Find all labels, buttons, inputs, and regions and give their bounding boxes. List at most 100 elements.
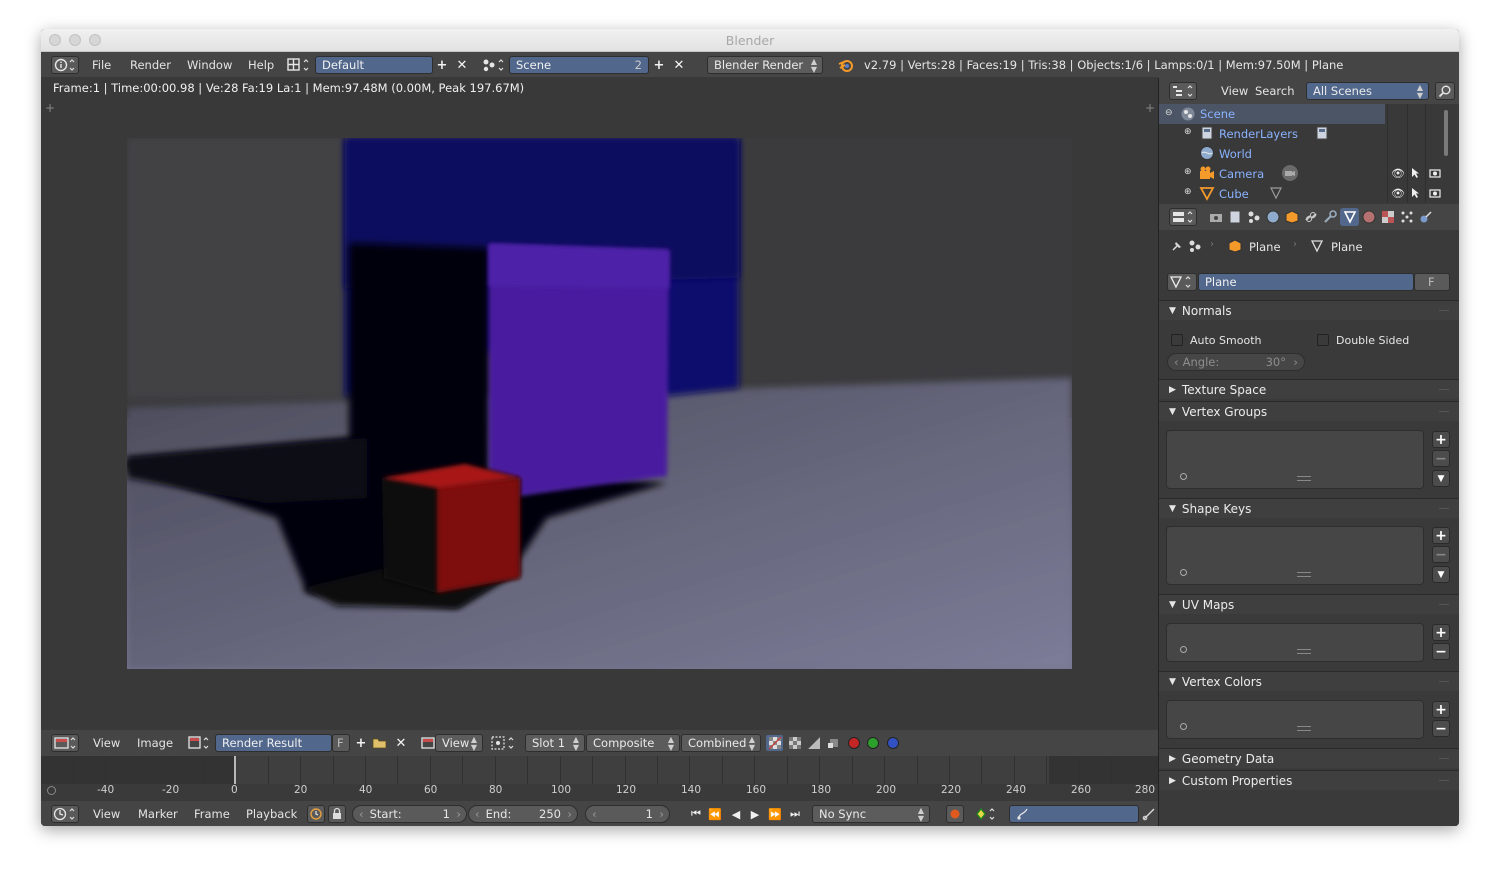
- previous-keyframe-icon[interactable]: ⏪: [706, 805, 724, 823]
- add-vertex-color-button[interactable]: +: [1432, 701, 1450, 718]
- outliner-menu-view[interactable]: View: [1221, 78, 1248, 104]
- particles-tab-icon[interactable]: [1398, 209, 1416, 225]
- remove-uv-map-button[interactable]: −: [1432, 643, 1450, 660]
- add-screen-button[interactable]: +: [434, 57, 450, 73]
- image-name-field[interactable]: Render Result: [215, 734, 332, 752]
- expand-toggle-icon[interactable]: ⊖: [1165, 108, 1173, 118]
- color-icon[interactable]: [786, 735, 803, 751]
- panel-shape-keys-header[interactable]: ▼ Shape Keys: [1159, 498, 1459, 518]
- mesh-datablock-name-field[interactable]: Plane: [1198, 273, 1414, 291]
- open-folder-icon[interactable]: [372, 735, 388, 751]
- blue-channel-icon[interactable]: [884, 735, 901, 751]
- scrollbar-handle-icon[interactable]: [47, 786, 56, 795]
- render-tab-icon[interactable]: [1207, 209, 1225, 225]
- list-resize-grip-icon[interactable]: [1297, 726, 1311, 731]
- renderable-camera-icon[interactable]: [1427, 165, 1443, 181]
- panel-drag-handle-icon[interactable]: [1439, 780, 1449, 781]
- panel-drag-handle-icon[interactable]: [1439, 508, 1449, 509]
- add-uv-map-button[interactable]: +: [1432, 624, 1450, 641]
- play-reverse-icon[interactable]: ◀: [727, 805, 745, 823]
- object-tab-icon[interactable]: [1283, 209, 1301, 225]
- end-frame-field[interactable]: ‹ End: 250 ›: [468, 805, 578, 823]
- panel-custom-properties-header[interactable]: ▶ Custom Properties: [1159, 770, 1459, 790]
- panel-drag-handle-icon[interactable]: [1439, 310, 1449, 311]
- list-resize-grip-icon[interactable]: [1297, 572, 1311, 577]
- sync-mode-select[interactable]: No Sync ▲ ▼: [812, 805, 930, 823]
- panel-normals-header[interactable]: ▼ Normals: [1159, 300, 1459, 320]
- add-vertex-group-button[interactable]: +: [1432, 431, 1450, 448]
- panel-drag-handle-icon[interactable]: [1439, 411, 1449, 412]
- renderable-camera-icon[interactable]: [1427, 185, 1443, 201]
- outliner-item-cube[interactable]: Cube: [1219, 187, 1249, 201]
- area-split-corner-icon[interactable]: +: [1145, 101, 1155, 115]
- menu-window[interactable]: Window: [187, 52, 232, 78]
- pin-icon[interactable]: [1169, 238, 1185, 254]
- vertex-group-specials-button[interactable]: ▼: [1432, 470, 1450, 487]
- panel-drag-handle-icon[interactable]: [1439, 604, 1449, 605]
- timeline-area[interactable]: -40 -20 0 20 40 60 80 100 120 140 160 18…: [41, 756, 1158, 799]
- material-tab-icon[interactable]: [1360, 209, 1378, 225]
- preview-range-icon[interactable]: [307, 805, 325, 823]
- texture-tab-icon[interactable]: [1379, 209, 1397, 225]
- expand-toggle-icon[interactable]: ⊕: [1184, 127, 1192, 137]
- panel-drag-handle-icon[interactable]: [1439, 758, 1449, 759]
- current-frame-field[interactable]: ‹ 1 ›: [585, 805, 670, 823]
- panel-drag-handle-icon[interactable]: [1439, 681, 1449, 682]
- image-editor-viewport[interactable]: Frame:1 | Time:00:00.98 | Ve:28 Fa:19 La…: [41, 77, 1158, 729]
- remove-vertex-color-button[interactable]: −: [1432, 720, 1450, 737]
- shape-keys-list[interactable]: [1166, 526, 1424, 585]
- selectable-cursor-icon[interactable]: [1409, 165, 1423, 181]
- mesh-browse-icon[interactable]: [1167, 273, 1197, 291]
- jump-to-start-icon[interactable]: ⏮: [687, 805, 705, 823]
- start-frame-field[interactable]: ‹ Start: 1 ›: [352, 805, 467, 823]
- screen-layout-field[interactable]: Default: [315, 56, 433, 74]
- add-shape-key-button[interactable]: +: [1432, 527, 1450, 544]
- list-resize-grip-icon[interactable]: [1297, 649, 1311, 654]
- keying-set-icon[interactable]: [973, 805, 1001, 823]
- panel-vertex-colors-header[interactable]: ▼ Vertex Colors: [1159, 671, 1459, 691]
- expand-toggle-icon[interactable]: ⊕: [1184, 187, 1192, 197]
- shape-key-specials-button[interactable]: ▼: [1432, 566, 1450, 583]
- list-resize-grip-icon[interactable]: [1297, 476, 1311, 481]
- double-sided-checkbox[interactable]: [1317, 334, 1329, 346]
- outliner-menu-search[interactable]: Search: [1255, 78, 1295, 104]
- expand-toggle-icon[interactable]: ⊕: [1184, 167, 1192, 177]
- editor-type-outliner-icon[interactable]: [1169, 82, 1197, 100]
- pivot-icon[interactable]: [490, 734, 518, 752]
- render-layers-tab-icon[interactable]: [1226, 209, 1244, 225]
- timeline-menu-frame[interactable]: Frame: [194, 801, 230, 826]
- unlink-image-button[interactable]: ✕: [393, 735, 409, 751]
- panel-vertex-groups-header[interactable]: ▼ Vertex Groups: [1159, 401, 1459, 421]
- selectable-cursor-icon[interactable]: [1409, 185, 1423, 201]
- timeline-menu-marker[interactable]: Marker: [138, 801, 178, 826]
- menu-view[interactable]: View: [93, 730, 120, 756]
- new-image-button[interactable]: +: [353, 735, 369, 751]
- panel-uv-maps-header[interactable]: ▼ UV Maps: [1159, 594, 1459, 614]
- remove-vertex-group-button[interactable]: −: [1432, 450, 1450, 467]
- editor-type-info-icon[interactable]: [51, 56, 79, 74]
- outliner-item-renderlayers[interactable]: RenderLayers: [1219, 127, 1298, 141]
- uv-maps-list[interactable]: [1166, 623, 1424, 662]
- screen-layout-icon[interactable]: [285, 56, 313, 74]
- remove-shape-key-button[interactable]: −: [1432, 546, 1450, 563]
- vertex-colors-list[interactable]: [1166, 700, 1424, 739]
- panel-geometry-data-header[interactable]: ▶ Geometry Data: [1159, 748, 1459, 768]
- z-buffer-icon[interactable]: [825, 735, 842, 751]
- outliner-item-camera[interactable]: Camera: [1219, 167, 1264, 181]
- editor-type-timeline-icon[interactable]: [51, 805, 79, 823]
- panel-drag-handle-icon[interactable]: [1439, 389, 1449, 390]
- scene-icon[interactable]: [480, 56, 508, 74]
- visibility-eye-icon[interactable]: 👁: [1390, 185, 1406, 201]
- play-icon[interactable]: ▶: [746, 805, 764, 823]
- render-layer-select[interactable]: Composite ▲ ▼: [586, 734, 680, 752]
- world-tab-icon[interactable]: [1264, 209, 1282, 225]
- add-scene-button[interactable]: +: [651, 57, 667, 73]
- outliner-display-mode-select[interactable]: All Scenes ▲ ▼: [1306, 82, 1429, 100]
- scene-tab-icon[interactable]: [1245, 209, 1263, 225]
- timeline-menu-view[interactable]: View: [93, 801, 120, 826]
- physics-tab-icon[interactable]: [1417, 209, 1435, 225]
- constraints-tab-icon[interactable]: [1302, 209, 1320, 225]
- search-icon[interactable]: [1435, 82, 1455, 100]
- menu-image[interactable]: Image: [137, 730, 173, 756]
- menu-help[interactable]: Help: [248, 52, 274, 78]
